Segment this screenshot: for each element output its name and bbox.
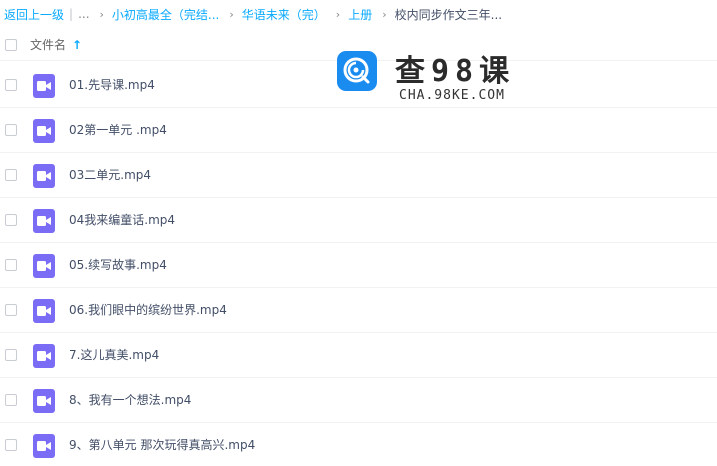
chevron-right-icon: › [229, 7, 234, 21]
watermark-title: 查98课 [395, 54, 516, 89]
file-checkbox[interactable] [5, 304, 17, 316]
sort-by-name-button[interactable]: 文件名 ↑ [30, 30, 82, 60]
file-name-link[interactable]: 7.这儿真美.mp4 [69, 333, 159, 378]
chevron-right-icon: › [335, 7, 341, 21]
watermark-logo-icon [337, 51, 377, 91]
video-icon [33, 164, 55, 188]
file-row[interactable]: 05.续写故事.mp4 [0, 243, 717, 288]
file-list: 01.先导课.mp4 02第一单元 .mp4 03二单元.mp4 04我来编童话.mp… [0, 63, 717, 466]
breadcrumb-separator: | [69, 7, 74, 21]
file-checkbox[interactable] [5, 259, 17, 271]
file-row[interactable]: 9、第八单元 那次玩得真高兴.mp4 [0, 423, 717, 466]
video-icon [33, 254, 55, 278]
video-icon [33, 299, 55, 323]
file-checkbox[interactable] [5, 214, 17, 226]
breadcrumb: 返回上一级 | ... › 小初高最全（完结... › 华语未来（完） › 上册… [4, 0, 502, 28]
video-icon [33, 434, 55, 458]
breadcrumb-current: 校内同步作文三年... [394, 7, 503, 22]
file-checkbox[interactable] [5, 79, 17, 91]
file-row[interactable]: 06.我们眼中的缤纷世界.mp4 [0, 288, 717, 333]
file-name-link[interactable]: 01.先导课.mp4 [69, 63, 155, 108]
video-icon [33, 209, 55, 233]
file-name-link[interactable]: 9、第八单元 那次玩得真高兴.mp4 [69, 423, 255, 466]
video-icon [33, 344, 55, 368]
watermark: 查98课 CHA.98KE.COM [333, 46, 533, 110]
breadcrumb-link-volume[interactable]: 上册 [348, 6, 372, 23]
file-checkbox[interactable] [5, 124, 17, 136]
file-checkbox[interactable] [5, 439, 17, 451]
file-row[interactable]: 7.这儿真美.mp4 [0, 333, 717, 378]
video-icon [33, 119, 55, 143]
column-name-label: 文件名 [30, 38, 67, 52]
chevron-right-icon: › [382, 7, 387, 21]
file-row[interactable]: 8、我有一个想法.mp4 [0, 378, 717, 423]
breadcrumb-link-collection[interactable]: 小初高最全（完结... [112, 6, 219, 23]
file-checkbox[interactable] [5, 169, 17, 181]
file-row[interactable]: 02第一单元 .mp4 [0, 108, 717, 153]
file-row[interactable]: 04我来编童话.mp4 [0, 198, 717, 243]
watermark-subtitle: CHA.98KE.COM [399, 88, 505, 103]
video-icon [33, 74, 55, 98]
breadcrumb-link-course[interactable]: 华语未来（完） [242, 6, 326, 23]
file-row[interactable]: 03二单元.mp4 [0, 153, 717, 198]
file-checkbox[interactable] [5, 349, 17, 361]
select-all-checkbox[interactable] [5, 39, 17, 51]
file-checkbox[interactable] [5, 394, 17, 406]
file-name-link[interactable]: 8、我有一个想法.mp4 [69, 378, 191, 423]
file-name-link[interactable]: 06.我们眼中的缤纷世界.mp4 [69, 288, 227, 333]
file-browser: 返回上一级 | ... › 小初高最全（完结... › 华语未来（完） › 上册… [0, 0, 717, 466]
file-name-link[interactable]: 03二单元.mp4 [69, 153, 151, 198]
chevron-right-icon: › [99, 7, 104, 21]
file-name-link[interactable]: 05.续写故事.mp4 [69, 243, 167, 288]
sort-ascending-icon: ↑ [72, 38, 83, 52]
file-name-link[interactable]: 02第一单元 .mp4 [69, 108, 167, 153]
video-icon [33, 389, 55, 413]
back-link[interactable]: 返回上一级 [4, 6, 64, 23]
breadcrumb-ellipsis[interactable]: ... [78, 7, 89, 21]
file-name-link[interactable]: 04我来编童话.mp4 [69, 198, 175, 243]
